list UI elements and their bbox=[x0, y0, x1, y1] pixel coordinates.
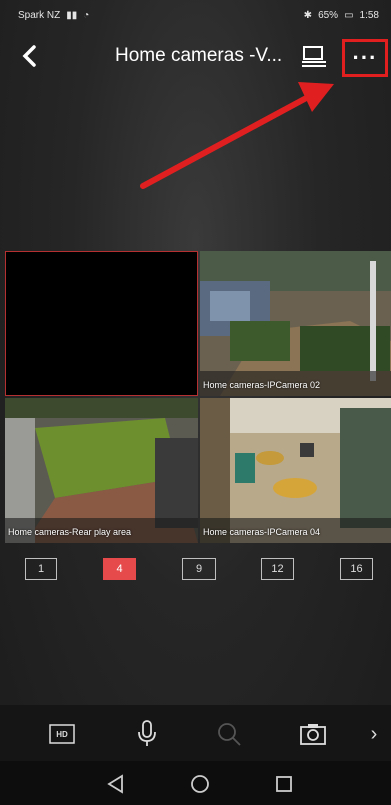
layout-option-12[interactable]: 12 bbox=[261, 558, 294, 580]
camera-label: Home cameras-IPCamera 02 bbox=[203, 380, 321, 390]
system-back-button[interactable] bbox=[103, 771, 129, 797]
zoom-button[interactable] bbox=[214, 719, 244, 749]
chevron-left-icon bbox=[22, 45, 36, 67]
triangle-back-icon bbox=[107, 774, 123, 794]
camera-feed-image bbox=[200, 398, 391, 543]
signal-icon: ▮▮ bbox=[66, 9, 78, 21]
square-recents-icon bbox=[276, 776, 292, 792]
snapshot-button[interactable] bbox=[298, 719, 328, 749]
camera-tile-1[interactable] bbox=[5, 251, 198, 396]
back-button[interactable] bbox=[14, 41, 44, 71]
camera-feed-image bbox=[200, 251, 391, 396]
camera-tile-3[interactable]: Home cameras-Rear play area bbox=[5, 398, 198, 543]
wifi-icon: ◔ bbox=[83, 9, 90, 21]
layout-option-16[interactable]: 16 bbox=[340, 558, 373, 580]
battery-icon: ▭ bbox=[344, 9, 354, 21]
app-screen: Spark NZ ▮▮ ◔ ✱ 65% ▭ 1:58 Home cameras … bbox=[0, 0, 391, 805]
system-nav-bar bbox=[0, 761, 391, 805]
camera-label: Home cameras-IPCamera 04 bbox=[203, 527, 321, 537]
system-recents-button[interactable] bbox=[271, 771, 297, 797]
layout-option-1[interactable]: 1 bbox=[25, 558, 57, 580]
hd-label: HD bbox=[56, 729, 68, 739]
microphone-icon bbox=[138, 720, 156, 746]
page-title: Home cameras -V... bbox=[115, 45, 283, 66]
time-text: 1:58 bbox=[359, 9, 379, 21]
status-bar: Spark NZ ▮▮ ◔ ✱ 65% ▭ 1:58 bbox=[0, 0, 391, 30]
magnifier-icon bbox=[218, 723, 241, 746]
top-nav-bar: Home cameras -V... ··· bbox=[0, 30, 391, 82]
hd-button[interactable]: HD bbox=[47, 719, 77, 749]
layout-selector: 1 4 9 12 16 bbox=[0, 558, 391, 584]
system-home-button[interactable] bbox=[187, 771, 213, 797]
cast-button[interactable] bbox=[300, 44, 328, 68]
camera-tile-4[interactable]: Home cameras-IPCamera 04 bbox=[200, 398, 391, 543]
battery-text: 65% bbox=[318, 9, 339, 21]
microphone-button[interactable] bbox=[132, 719, 162, 749]
more-options-button[interactable]: ··· bbox=[342, 39, 388, 77]
next-tools-button[interactable]: › bbox=[362, 719, 386, 749]
layout-option-9[interactable]: 9 bbox=[182, 558, 216, 580]
camera-label: Home cameras-Rear play area bbox=[8, 527, 132, 537]
screen-cast-icon bbox=[302, 46, 326, 67]
camera-icon bbox=[300, 724, 326, 745]
camera-grid: Home cameras-IPCamera 02 Home cameras-Re… bbox=[5, 251, 391, 543]
bluetooth-icon: ✱ bbox=[303, 9, 313, 21]
camera-tile-2[interactable]: Home cameras-IPCamera 02 bbox=[200, 251, 391, 396]
carrier-text: Spark NZ bbox=[18, 9, 61, 21]
camera-feed-image bbox=[5, 398, 198, 543]
bottom-toolbar: HD › bbox=[0, 705, 391, 761]
circle-home-icon bbox=[191, 775, 209, 793]
layout-option-4[interactable]: 4 bbox=[103, 558, 136, 580]
